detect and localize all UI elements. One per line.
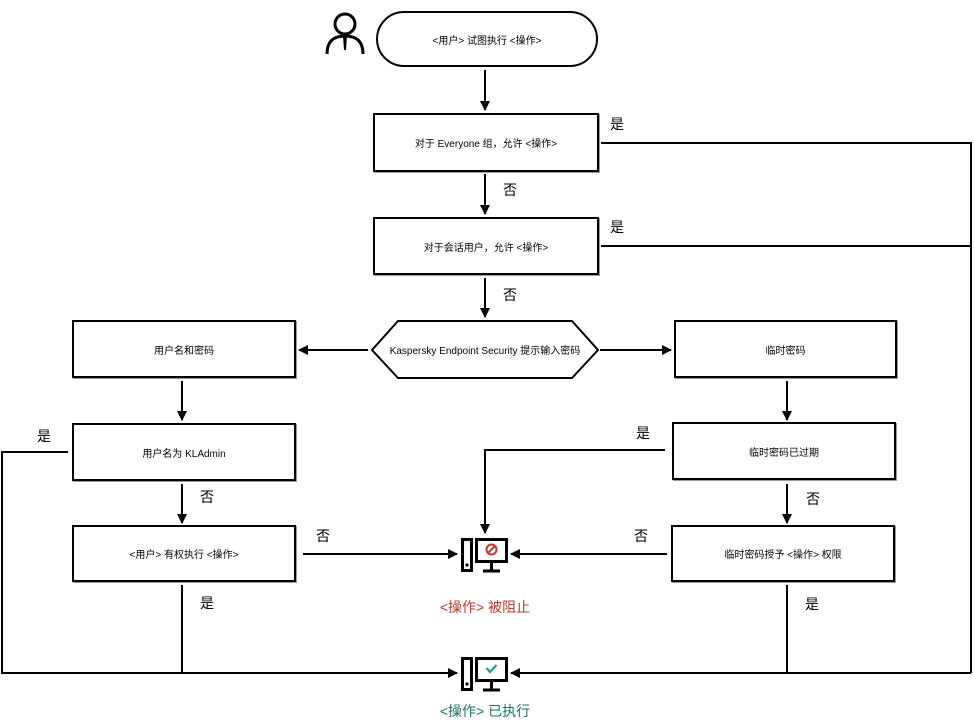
executed-result-text: <操作> 已执行: [439, 703, 531, 719]
username-password-text: 用户名和密码: [154, 345, 214, 357]
temp-expired-node: 临时密码已过期: [672, 422, 896, 480]
label-yes-grants: 是: [805, 596, 819, 612]
computer-allowed-icon: [461, 657, 508, 692]
user-icon: [325, 12, 365, 55]
is-kladmin-node: 用户名为 KLAdmin: [72, 423, 296, 481]
label-yes-everyone: 是: [610, 116, 624, 132]
user-has-rights-node: <用户> 有权执行 <操作>: [72, 525, 296, 582]
label-yes-rights: 是: [200, 595, 214, 611]
user-has-rights-text: <用户> 有权执行 <操作>: [129, 550, 239, 561]
label-no-everyone: 否: [503, 182, 517, 198]
check-session-user-text: 对于会话用户，允许 <操作>: [423, 242, 549, 254]
prompt-text: Kaspersky Endpoint Security 提示输入密码: [389, 345, 581, 357]
username-password-node: 用户名和密码: [72, 320, 296, 378]
temp-grants-node: 临时密码授予 <操作> 权限: [671, 525, 895, 582]
label-no-rights: 否: [316, 528, 330, 544]
prompt-node: Kaspersky Endpoint Security 提示输入密码: [372, 320, 598, 378]
start-text: <用户> 试图执行 <操作>: [432, 35, 542, 47]
check-everyone-node: 对于 Everyone 组，允许 <操作>: [373, 113, 599, 172]
computer-blocked-icon: [461, 538, 508, 573]
is-kladmin-text: 用户名为 KLAdmin: [142, 448, 226, 460]
check-session-user-node: 对于会话用户，允许 <操作>: [373, 217, 599, 275]
label-no-expired: 否: [806, 491, 820, 507]
start-node: <用户> 试图执行 <操作>: [376, 11, 598, 67]
blocked-result-text: <操作> 被阻止: [439, 599, 531, 615]
label-no-grants: 否: [634, 528, 648, 544]
label-yes-expired: 是: [636, 425, 650, 441]
label-yes-session: 是: [610, 219, 624, 235]
label-yes-kladmin: 是: [37, 428, 51, 444]
temp-expired-text: 临时密码已过期: [749, 447, 819, 459]
check-everyone-text: 对于 Everyone 组，允许 <操作>: [414, 139, 558, 150]
label-no-session: 否: [503, 287, 517, 303]
temp-password-node: 临时密码: [674, 320, 897, 378]
label-no-kladmin: 否: [200, 489, 214, 505]
arrow-expired-yes-to-blocked: [480, 449, 665, 534]
temp-password-text: 临时密码: [765, 345, 806, 357]
temp-grants-text: 临时密码授予 <操作> 权限: [724, 550, 842, 561]
